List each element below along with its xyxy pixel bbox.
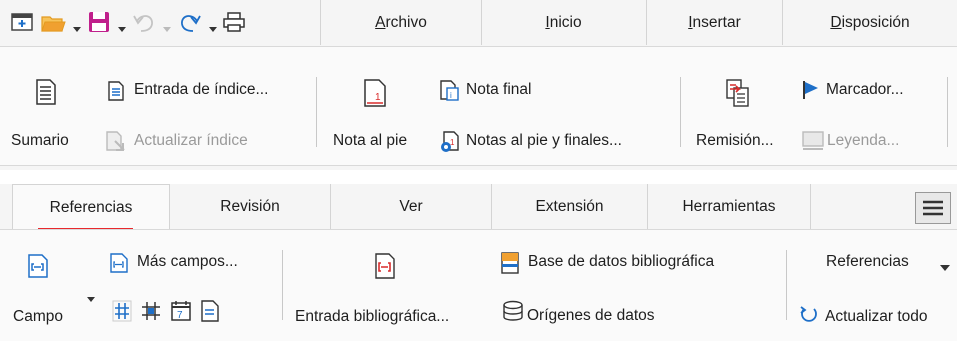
bottom-toolbar-panel: Referencias Revisión Ver Extensión Herra… bbox=[0, 184, 957, 341]
save-dropdown-arrow-icon[interactable] bbox=[118, 20, 126, 32]
refresh-icon[interactable] bbox=[799, 305, 819, 325]
tab-extension-label: Extensión bbox=[535, 198, 604, 215]
page-number-field-icon[interactable] bbox=[112, 300, 132, 322]
svg-text:i: i bbox=[450, 91, 452, 100]
tab-referencias-label: Referencias bbox=[49, 199, 133, 216]
tab-archivo-label: rchivo bbox=[385, 14, 427, 31]
tab-herramientas[interactable]: Herramientas bbox=[648, 184, 811, 229]
tab-disposicion-label: isposición bbox=[841, 14, 910, 31]
tab-archivo-accel: A bbox=[375, 14, 386, 31]
tab-insertar[interactable]: Insertar bbox=[647, 0, 783, 45]
nota-final-button[interactable]: Nota final bbox=[466, 81, 531, 99]
more-fields-icon[interactable] bbox=[110, 253, 128, 273]
referencias-dropdown[interactable]: Referencias bbox=[826, 253, 909, 271]
open-folder-icon[interactable] bbox=[41, 13, 67, 33]
footnote-endnote-settings-icon[interactable]: 1 bbox=[440, 131, 460, 153]
svg-text:7: 7 bbox=[177, 310, 183, 321]
hamburger-menu-icon[interactable] bbox=[915, 192, 951, 224]
field-icon[interactable] bbox=[28, 254, 48, 278]
tab-herramientas-label: Herramientas bbox=[682, 198, 776, 215]
referencias-dropdown-arrow-icon[interactable] bbox=[940, 259, 950, 271]
sumario-button[interactable]: Sumario bbox=[11, 132, 69, 150]
actualizar-todo-button[interactable]: Actualizar todo bbox=[825, 308, 928, 326]
footnote-icon[interactable]: 1 bbox=[364, 79, 386, 107]
mas-campos-button[interactable]: Más campos... bbox=[137, 253, 238, 271]
separator bbox=[947, 77, 948, 147]
index-entry-icon[interactable] bbox=[108, 81, 124, 101]
separator bbox=[316, 77, 317, 147]
separator bbox=[680, 77, 681, 147]
endnote-icon[interactable]: i bbox=[440, 80, 460, 102]
bibliography-database-icon[interactable] bbox=[500, 252, 520, 274]
tab-inicio[interactable]: Inicio bbox=[481, 0, 647, 45]
base-datos-button[interactable]: Base de datos bibliográfica bbox=[528, 253, 714, 271]
actualizar-indice-button[interactable]: Actualizar índice bbox=[134, 132, 248, 150]
bookmark-flag-icon[interactable] bbox=[802, 80, 820, 100]
marcador-button[interactable]: Marcador... bbox=[826, 81, 904, 99]
cross-reference-icon[interactable] bbox=[726, 79, 750, 107]
save-icon[interactable] bbox=[88, 11, 110, 33]
campo-button[interactable]: Campo bbox=[13, 308, 63, 326]
nota-al-pie-button[interactable]: Nota al pie bbox=[333, 132, 407, 150]
tab-ver-label: Ver bbox=[399, 198, 423, 215]
references-ribbon-bottom: Campo Más campos... 7 Entrada bibliográf… bbox=[0, 229, 957, 341]
print-icon[interactable] bbox=[223, 12, 245, 32]
page-count-field-icon[interactable] bbox=[140, 300, 162, 322]
new-document-icon[interactable] bbox=[11, 12, 33, 32]
svg-text:1: 1 bbox=[375, 92, 381, 103]
redo-icon[interactable] bbox=[178, 11, 202, 33]
undo-dropdown-arrow-icon[interactable] bbox=[163, 20, 171, 32]
quick-access-row: Archivo Inicio Insertar Disposición bbox=[0, 0, 957, 46]
tab-inicio-label: nicio bbox=[549, 14, 582, 31]
remision-button[interactable]: Remisión... bbox=[696, 132, 774, 150]
tab-ver[interactable]: Ver bbox=[331, 184, 492, 229]
tab-archivo[interactable]: Archivo bbox=[320, 0, 482, 45]
data-sources-icon[interactable] bbox=[502, 300, 524, 322]
tab-extension[interactable]: Extensión bbox=[492, 184, 648, 229]
origenes-datos-button[interactable]: Orígenes de datos bbox=[527, 307, 655, 325]
redo-dropdown-arrow-icon[interactable] bbox=[209, 20, 217, 32]
tab-disposicion-accel: D bbox=[830, 14, 842, 31]
open-dropdown-arrow-icon[interactable] bbox=[73, 20, 81, 32]
tab-revision[interactable]: Revisión bbox=[170, 184, 331, 229]
title-field-icon[interactable] bbox=[201, 300, 219, 322]
date-field-icon[interactable]: 7 bbox=[170, 300, 192, 322]
undo-icon[interactable] bbox=[132, 11, 156, 33]
top-toolbar-panel: Archivo Inicio Insertar Disposición Suma… bbox=[0, 0, 957, 170]
entrada-indice-button[interactable]: Entrada de índice... bbox=[134, 81, 268, 99]
update-index-icon[interactable] bbox=[106, 131, 126, 151]
tab-revision-label: Revisión bbox=[220, 198, 280, 215]
entrada-bibliografica-button[interactable]: Entrada bibliográfica... bbox=[295, 308, 449, 326]
caption-icon[interactable] bbox=[802, 131, 824, 151]
bibliography-entry-icon[interactable] bbox=[375, 253, 395, 279]
separator bbox=[282, 250, 283, 320]
tab-referencias[interactable]: Referencias bbox=[12, 184, 170, 230]
tab-insertar-label: nsertar bbox=[692, 14, 741, 31]
bottom-tab-row: Referencias Revisión Ver Extensión Herra… bbox=[0, 184, 957, 232]
notas-pie-finales-button[interactable]: Notas al pie y finales... bbox=[466, 132, 622, 150]
references-ribbon-top: Sumario Entrada de índice... Actualizar … bbox=[0, 46, 957, 166]
field-dropdown-arrow-icon[interactable] bbox=[87, 290, 95, 302]
leyenda-button[interactable]: Leyenda... bbox=[827, 132, 899, 150]
separator bbox=[786, 250, 787, 320]
tab-disposicion[interactable]: Disposición bbox=[783, 0, 957, 45]
table-of-contents-icon[interactable] bbox=[36, 79, 56, 105]
